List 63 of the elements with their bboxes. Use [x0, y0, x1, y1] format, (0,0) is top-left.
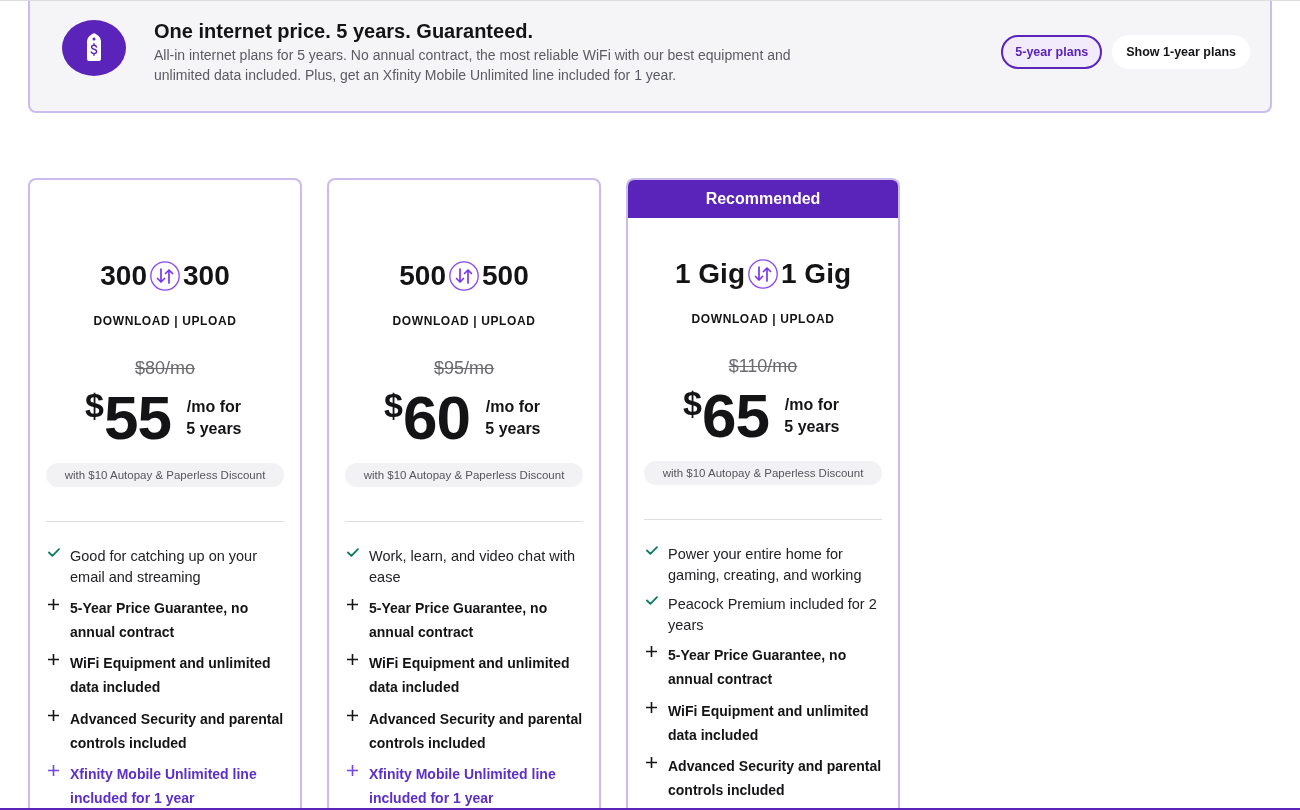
discount-note: with $10 Autopay & Paperless Discount [46, 463, 284, 487]
feature-text: WiFi Equipment and unlimited data included [668, 701, 870, 745]
upload-speed: 300 [183, 259, 230, 293]
plus-icon [347, 654, 358, 665]
price-tag-icon [62, 20, 126, 76]
speed-caption: DOWNLOAD | UPLOAD [691, 311, 835, 327]
plus-icon [646, 646, 657, 657]
feature-text: Xfinity Mobile Unlimited line included for 1 year [369, 765, 557, 808]
regular-price: $80/mo [134, 357, 195, 379]
sale-price: 65 [701, 385, 769, 447]
feature-text: Advanced Security and parental controls included [668, 757, 883, 800]
feature-text: Xfinity Mobile Unlimited line included for 1 year [70, 765, 258, 808]
plan-toggle-button[interactable]: Show 1-year plans [1112, 35, 1250, 69]
currency-symbol: $ [384, 388, 403, 422]
banner-description: All-in internet plans for 5 years. No annual contract, the most reliable WiFi with our best equipment and unlimited data included. Plus, get an Xfinity Mobile Unlimited line included for 1 year. [154, 46, 792, 85]
upload-speed: 500 [482, 259, 529, 293]
check-icon [48, 548, 60, 557]
sale-price: 60 [402, 387, 470, 449]
feature-text: Power your entire home for gaming, creating, and working [668, 545, 863, 585]
currency-symbol: $ [85, 388, 104, 422]
speed-caption: DOWNLOAD | UPLOAD [93, 313, 237, 329]
plus-icon [646, 701, 657, 713]
check-icon [646, 546, 658, 555]
banner-title: One internet price. 5 years. Guaranteed. [154, 19, 534, 43]
upload-speed: 1 Gig [781, 257, 851, 291]
plus-icon [48, 709, 59, 721]
feature-text: Work, learn, and video chat with ease [369, 547, 577, 587]
speed-caption: DOWNLOAD | UPLOAD [392, 313, 536, 329]
plus-icon [347, 709, 358, 721]
plus-icon [48, 654, 59, 665]
down-up-arrows-icon [150, 261, 180, 291]
feature-text: Advanced Security and parental controls included [70, 709, 285, 753]
down-up-arrows-icon [748, 259, 778, 289]
recommended-header: Recommended [628, 180, 898, 218]
download-speed: 300 [100, 259, 147, 293]
check-icon [347, 548, 359, 557]
feature-text: WiFi Equipment and unlimited data included [70, 654, 272, 697]
download-speed: 1 Gig [675, 257, 745, 291]
discount-note: with $10 Autopay & Paperless Discount [345, 463, 583, 487]
feature-text: Peacock Premium included for 2 years [668, 594, 878, 635]
plus-icon [48, 598, 59, 610]
plus-icon [347, 765, 358, 776]
plus-icon [347, 598, 358, 610]
plan-toggle-button[interactable]: 5-year plans [1001, 35, 1103, 69]
down-up-arrows-icon [449, 261, 479, 291]
check-icon [646, 595, 658, 605]
feature-text: 5-Year Price Guarantee, no annual contract [668, 646, 848, 689]
price-terms: /mo for 5 years [185, 397, 243, 439]
download-speed: 500 [399, 259, 446, 293]
feature-text: Good for catching up on your email and streaming [70, 547, 258, 587]
plus-icon [646, 757, 657, 768]
discount-note: with $10 Autopay & Paperless Discount [644, 461, 882, 485]
feature-text: 5-Year Price Guarantee, no annual contract [369, 598, 549, 642]
regular-price: $110/mo [728, 355, 798, 377]
feature-text: 5-Year Price Guarantee, no annual contract [70, 598, 250, 642]
regular-price: $95/mo [433, 357, 494, 379]
feature-text: Advanced Security and parental controls included [369, 709, 584, 753]
currency-symbol: $ [683, 386, 702, 420]
price-terms: /mo for 5 years [484, 397, 542, 439]
plus-icon [48, 765, 59, 776]
sale-price: 55 [103, 387, 171, 449]
price-terms: /mo for 5 years [783, 395, 841, 437]
feature-text: WiFi Equipment and unlimited data included [369, 654, 571, 697]
